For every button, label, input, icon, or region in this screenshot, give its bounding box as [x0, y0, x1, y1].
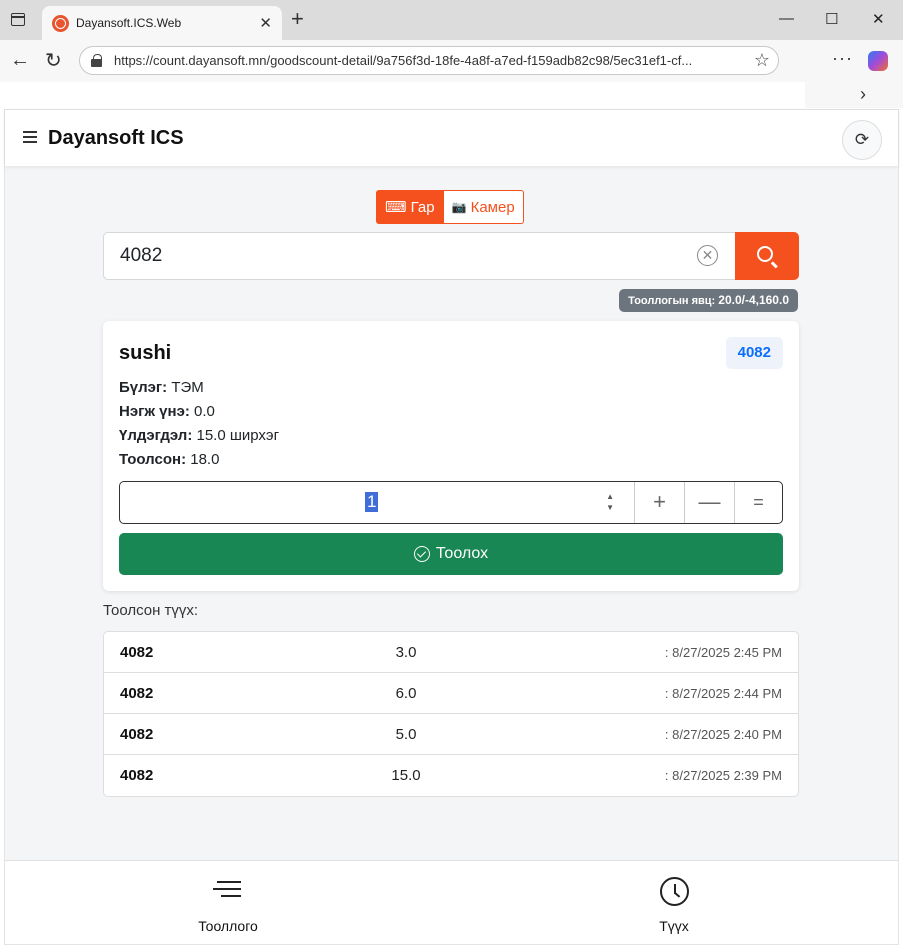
keyboard-icon: ⌨: [385, 199, 407, 216]
browser-tab-bar: Dayansoft.ICS.Web ✕ + — ☐ ✕: [0, 0, 903, 40]
quantity-input[interactable]: 1 ▲ ▼: [120, 482, 635, 523]
counted-value: 18.0: [190, 451, 220, 468]
reload-icon[interactable]: ↻: [45, 48, 62, 73]
keyboard-mode-button[interactable]: ⌨ Гар: [376, 190, 444, 224]
product-group-row: Бүлэг: ТЭМ: [119, 379, 204, 396]
keyboard-mode-label: Гар: [410, 198, 435, 216]
minimize-icon[interactable]: —: [779, 10, 794, 27]
search-button[interactable]: [735, 232, 799, 280]
progress-label: Тооллогын явц:: [628, 295, 716, 307]
nav-history-label: Түүх: [659, 918, 689, 934]
list-icon: [213, 881, 241, 899]
nav-count-label: Тооллого: [198, 918, 258, 934]
back-arrow-icon[interactable]: ←: [10, 49, 30, 72]
copilot-icon[interactable]: [868, 51, 888, 71]
history-qty: 5.0: [395, 726, 417, 743]
history-row: 4082 3.0 : 8/27/2025 2:45 PM: [104, 632, 798, 673]
more-menu-icon[interactable]: ···: [832, 48, 853, 69]
star-icon[interactable]: ☆: [754, 50, 770, 71]
check-circle-icon: [413, 546, 430, 562]
count-button-label: Тоолох: [435, 545, 489, 562]
history-code: 4082: [120, 644, 154, 661]
camera-icon: 📷: [451, 200, 467, 214]
group-value: ТЭМ: [171, 379, 204, 396]
history-list: 4082 3.0 : 8/27/2025 2:45 PM 4082 6.0 : 8/27/…: [103, 631, 799, 797]
history-time: : 8/27/2025 2:39 PM: [664, 768, 782, 783]
tab-title: Dayansoft.ICS.Web: [76, 16, 182, 30]
price-label: Нэгж үнэ:: [119, 403, 190, 420]
input-mode-toggle: ⌨ Гар 📷 Камер: [376, 190, 524, 224]
app-window: Dayansoft ICS ⟳ ⌨ Гар 📷 Камер 4082 ✕ Тоо…: [4, 109, 899, 945]
bottom-nav: Тооллого Түүх: [5, 860, 898, 944]
plus-button[interactable]: +: [635, 482, 685, 523]
camera-mode-button[interactable]: 📷 Камер: [443, 190, 524, 224]
lock-icon[interactable]: [91, 54, 102, 67]
price-value: 0.0: [194, 403, 215, 420]
url-field[interactable]: https://count.dayansoft.mn/goodscount-de…: [79, 46, 779, 75]
product-stock-row: Үлдэгдэл: 15.0 ширхэг: [119, 427, 279, 444]
url-text: https://count.dayansoft.mn/goodscount-de…: [114, 53, 693, 68]
app-title: Dayansoft ICS: [48, 127, 184, 149]
history-qty: 6.0: [395, 685, 417, 702]
count-button[interactable]: Тоолох: [119, 533, 783, 575]
stock-value: 15.0 ширхэг: [196, 427, 280, 444]
history-qty: 15.0: [391, 767, 421, 784]
product-price-row: Нэгж үнэ: 0.0: [119, 403, 215, 420]
spin-down-icon[interactable]: ▼: [606, 502, 614, 513]
history-row: 4082 15.0 : 8/27/2025 2:39 PM: [104, 755, 798, 796]
close-window-icon[interactable]: ✕: [872, 10, 885, 28]
new-tab-icon[interactable]: +: [291, 8, 304, 30]
product-code-badge: 4082: [725, 337, 783, 369]
globe-icon: [52, 15, 69, 32]
progress-value: 20.0/-4,160.0: [718, 293, 789, 307]
quantity-value: 1: [365, 492, 379, 512]
search-input[interactable]: 4082: [103, 232, 736, 280]
search-icon: [757, 246, 773, 262]
quantity-group: 1 ▲ ▼ + — =: [119, 481, 783, 524]
progress-badge: Тооллогын явц: 20.0/-4,160.0: [619, 289, 798, 312]
history-row: 4082 6.0 : 8/27/2025 2:44 PM: [104, 673, 798, 714]
clock-icon: [660, 877, 689, 906]
nav-history[interactable]: Түүх: [451, 861, 897, 945]
maximize-icon[interactable]: ☐: [825, 10, 838, 28]
spin-up-icon[interactable]: ▲: [606, 491, 614, 502]
history-title: Тоолсон түүх:: [103, 602, 199, 619]
history-code: 4082: [120, 726, 154, 743]
product-name: sushi: [119, 342, 172, 364]
refresh-icon: ⟳: [854, 130, 870, 149]
tab-actions-icon[interactable]: [11, 13, 25, 26]
history-time: : 8/27/2025 2:45 PM: [664, 645, 782, 660]
refresh-button[interactable]: ⟳: [842, 120, 882, 160]
history-time: : 8/27/2025 2:44 PM: [664, 686, 782, 701]
clear-icon[interactable]: ✕: [697, 245, 718, 266]
address-bar: ← ↻ https://count.dayansoft.mn/goodscoun…: [0, 40, 903, 82]
tab-close-icon[interactable]: ✕: [259, 14, 272, 32]
stock-label: Үлдэгдэл:: [119, 427, 193, 444]
bookmark-bar: ›: [0, 82, 903, 108]
counted-label: Тоолсон:: [119, 451, 187, 468]
browser-tab[interactable]: Dayansoft.ICS.Web ✕: [42, 6, 282, 40]
app-navbar: Dayansoft ICS ⟳: [5, 110, 898, 166]
nav-count[interactable]: Тооллого: [5, 861, 451, 945]
camera-mode-label: Камер: [470, 198, 515, 216]
quantity-stepper[interactable]: ▲ ▼: [606, 491, 614, 513]
history-code: 4082: [120, 685, 154, 702]
bookmark-area: [0, 82, 805, 108]
history-code: 4082: [120, 767, 154, 784]
chevron-right-icon[interactable]: ›: [860, 84, 866, 105]
history-qty: 3.0: [395, 644, 417, 661]
hamburger-menu-icon[interactable]: [23, 131, 37, 143]
search-group: 4082 ✕: [103, 232, 799, 280]
history-time: : 8/27/2025 2:40 PM: [664, 727, 782, 742]
equals-button[interactable]: =: [735, 482, 782, 523]
product-card: sushi 4082 Бүлэг: ТЭМ Нэгж үнэ: 0.0 Үлдэ…: [103, 321, 799, 591]
minus-button[interactable]: —: [685, 482, 735, 523]
group-label: Бүлэг:: [119, 379, 168, 396]
product-counted-row: Тоолсон: 18.0: [119, 451, 219, 468]
history-row: 4082 5.0 : 8/27/2025 2:40 PM: [104, 714, 798, 755]
